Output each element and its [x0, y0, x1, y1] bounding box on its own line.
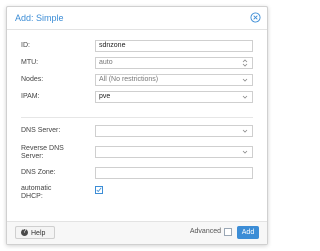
- id-label: ID:: [21, 42, 30, 49]
- dialog-title: Add: Simple: [15, 13, 64, 23]
- mtu-input[interactable]: auto: [95, 57, 253, 69]
- dns-zone-label: DNS Zone:: [21, 169, 56, 176]
- advanced-label: Advanced: [189, 228, 221, 235]
- dns-server-label: DNS Server:: [21, 127, 61, 134]
- dialog-header: Add: Simple: [7, 7, 267, 30]
- help-label: Help: [31, 230, 46, 237]
- id-input[interactable]: sdnzone: [95, 40, 253, 52]
- dns-server-row: DNS Server:: [21, 125, 253, 138]
- mtu-row: MTU: auto: [21, 57, 253, 70]
- ipam-select[interactable]: pve: [95, 91, 253, 103]
- automatic-dhcp-label: automatic DHCP:: [21, 185, 52, 200]
- nodes-row: Nodes: All (No restrictions): [21, 74, 253, 87]
- reverse-dns-row: Reverse DNS Server:: [21, 144, 253, 162]
- section-divider: [21, 117, 253, 118]
- mtu-label: MTU:: [21, 59, 39, 66]
- advanced-checkbox[interactable]: [224, 228, 232, 236]
- nodes-value: All (No restrictions): [99, 76, 159, 83]
- chevron-down-icon[interactable]: [242, 77, 248, 83]
- ipam-row: IPAM: pve: [21, 91, 253, 104]
- add-button[interactable]: Add: [237, 226, 259, 239]
- dialog-footer: ? Help Advanced Add: [7, 221, 267, 244]
- nodes-select[interactable]: All (No restrictions): [95, 74, 253, 86]
- dns-zone-row: DNS Zone:: [21, 167, 253, 180]
- ipam-label: IPAM:: [21, 93, 40, 100]
- dns-zone-input[interactable]: [95, 167, 253, 179]
- ipam-value: pve: [99, 93, 111, 100]
- add-simple-dialog: Add: Simple ID: sdnzone MTU: auto Nodes:…: [6, 6, 268, 245]
- nodes-label: Nodes:: [21, 76, 44, 83]
- dns-server-select[interactable]: [95, 125, 253, 137]
- chevron-down-icon[interactable]: [242, 128, 248, 134]
- spinner-icon[interactable]: [242, 59, 248, 67]
- reverse-dns-select[interactable]: [95, 146, 253, 158]
- chevron-down-icon[interactable]: [242, 149, 248, 155]
- chevron-down-icon[interactable]: [242, 94, 248, 100]
- close-icon[interactable]: [250, 12, 261, 23]
- automatic-dhcp-row: automatic DHCP:: [21, 184, 253, 202]
- mtu-value: auto: [99, 59, 113, 66]
- question-icon: ?: [21, 229, 28, 236]
- automatic-dhcp-checkbox[interactable]: [95, 186, 103, 194]
- id-row: ID: sdnzone: [21, 40, 253, 53]
- reverse-dns-label: Reverse DNS Server:: [21, 145, 64, 160]
- checkmark-icon: [96, 187, 102, 193]
- help-button[interactable]: ? Help: [15, 226, 55, 239]
